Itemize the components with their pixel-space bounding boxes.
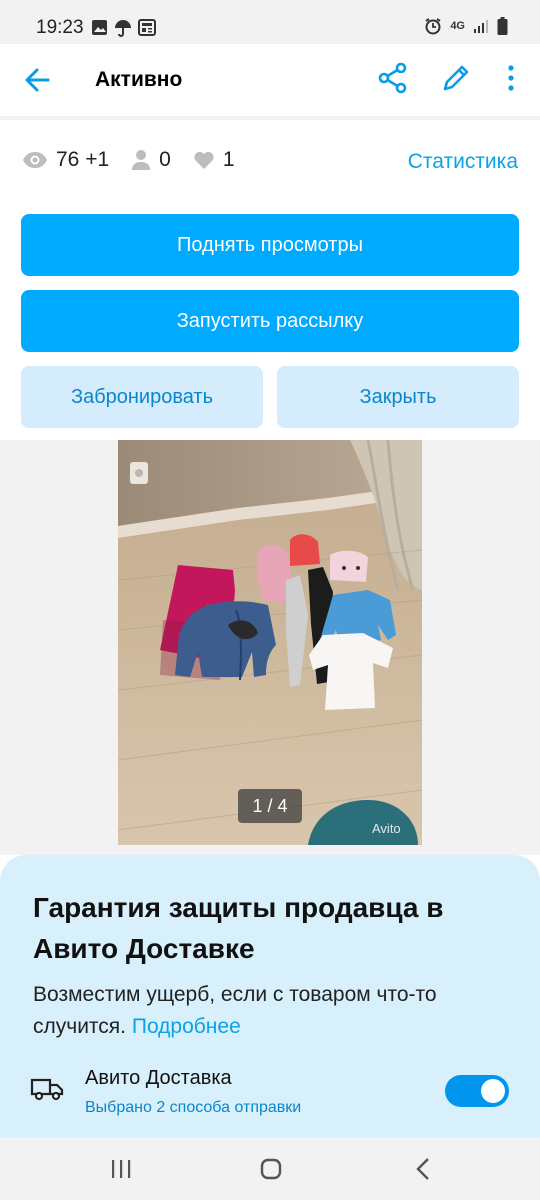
person-icon <box>132 150 151 170</box>
umbrella-icon <box>115 20 131 37</box>
battery-icon <box>497 17 508 35</box>
pencil-icon <box>443 65 469 91</box>
statistics-link[interactable]: Статистика <box>408 150 518 174</box>
status-time: 19:23 <box>36 17 84 38</box>
listing-photo[interactable]: 1 / 4 Avito <box>118 440 422 845</box>
truck-icon <box>30 1078 64 1101</box>
start-mailing-button[interactable]: Запустить рассылку <box>21 290 519 352</box>
favorites-stat: 1 <box>193 148 235 172</box>
promo-description: Возместим ущерб, если с товаром что-то с… <box>33 979 503 1043</box>
image-icon <box>92 20 107 35</box>
avito-watermark: Avito <box>372 821 401 836</box>
status-system-icons: 4G <box>424 17 508 35</box>
contacts-count: 0 <box>159 148 171 171</box>
toggle-knob <box>481 1079 505 1103</box>
delivery-subtitle[interactable]: Выбрано 2 способа отправки <box>85 1099 301 1117</box>
network-type: 4G <box>450 20 465 32</box>
raise-views-button[interactable]: Поднять просмотры <box>21 214 519 276</box>
news-icon <box>138 19 156 36</box>
eye-icon <box>23 152 47 168</box>
back-button[interactable] <box>20 62 56 98</box>
promo-title: Гарантия защиты продавца в Авито Доставк… <box>33 892 444 964</box>
home-icon[interactable] <box>259 1157 283 1181</box>
back-nav-icon[interactable] <box>413 1157 435 1181</box>
back-arrow-icon <box>25 68 50 92</box>
delivery-label: Авито Доставка <box>85 1067 232 1089</box>
views-count: 76 +1 <box>56 148 110 171</box>
share-icon <box>378 62 407 94</box>
photo-counter: 1 / 4 <box>238 789 302 823</box>
seller-protection-card: Гарантия защиты продавца в Авито Доставк… <box>0 855 540 1137</box>
reserve-button[interactable]: Забронировать <box>21 366 263 428</box>
views-stat: 76 +1 <box>22 148 109 172</box>
heart-icon <box>194 151 214 169</box>
signal-icon <box>474 20 488 33</box>
close-listing-button[interactable]: Закрыть <box>277 366 519 428</box>
status-notification-icons <box>91 19 156 37</box>
photo-clothes-image <box>118 440 422 845</box>
recent-apps-icon[interactable] <box>110 1158 132 1180</box>
delivery-toggle[interactable] <box>445 1075 509 1107</box>
system-nav-bar <box>0 1137 540 1200</box>
favorites-count: 1 <box>222 148 235 171</box>
contacts-stat: 0 <box>131 148 171 172</box>
app-bar: Активно <box>0 44 540 116</box>
listing-stats: 76 +1 0 1 <box>22 148 257 172</box>
page-title: Активно <box>95 68 183 91</box>
edit-button[interactable] <box>438 60 474 96</box>
alarm-icon <box>425 18 441 35</box>
header-divider <box>0 116 540 120</box>
more-vert-icon <box>508 65 514 91</box>
promo-more-link[interactable]: Подробнее <box>132 1015 241 1038</box>
more-options-button[interactable] <box>497 60 525 96</box>
share-button[interactable] <box>375 60 411 96</box>
